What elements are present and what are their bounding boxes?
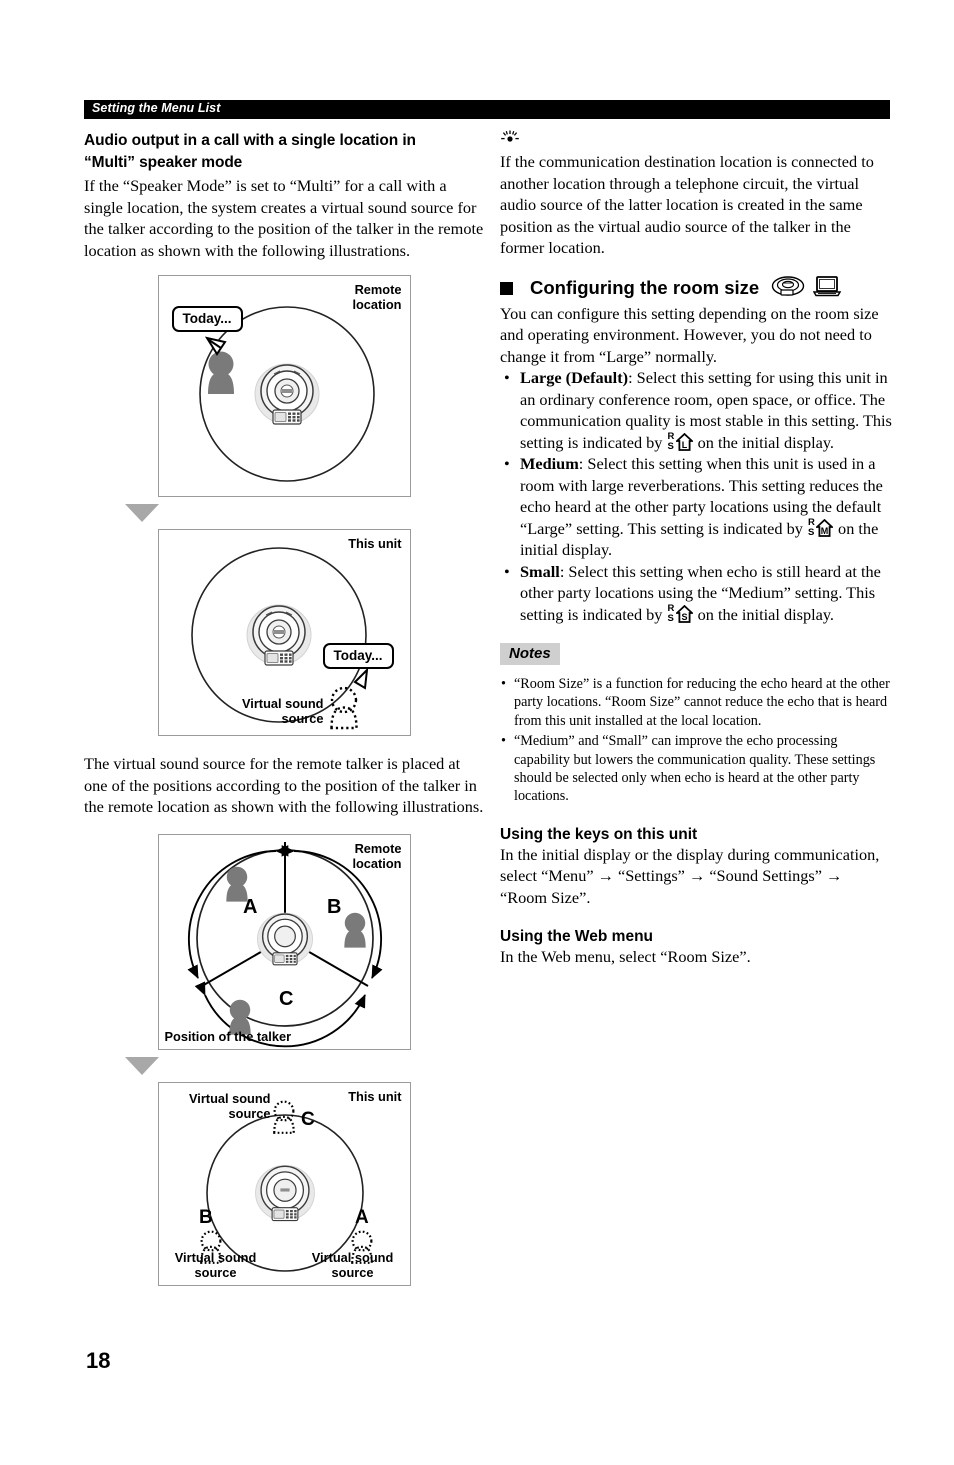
running-header-title: Setting the Menu List — [92, 101, 221, 115]
source-letter-b: B — [199, 1207, 213, 1228]
room-size-small-icon: RSS — [668, 603, 693, 625]
room-size-intro: You can configure this setting depending… — [500, 303, 879, 366]
page-title-line2: “Multi” speaker mode — [84, 154, 243, 171]
conference-unit-icon — [246, 604, 311, 666]
figure2-speech-balloon: Today... — [322, 643, 394, 669]
room-size-heading: Configuring the room size — [530, 277, 760, 298]
intro-paragraph: If the “Speaker Mode” is set to “Multi” … — [84, 176, 484, 260]
figure-1-wrapper: Remote location Today... — [84, 275, 484, 497]
sector-label-c: C — [279, 988, 293, 1010]
figure4-label-a: Virtual sound source — [311, 1249, 394, 1280]
tip-sun-icon — [500, 130, 892, 149]
virtual-sound-source-figure-c — [272, 1100, 295, 1134]
left-column: Audio output in a call with a single loc… — [84, 130, 484, 1286]
using-keys-heading: Using the keys on this unit — [500, 825, 698, 843]
sector-label-b: B — [327, 896, 341, 918]
rs-house-letter: M — [821, 526, 829, 536]
figure4-label-b: Virtual sound source — [174, 1249, 257, 1280]
setting-item-large: Large (Default): Select this setting for… — [500, 367, 892, 453]
flow-arrow-1 — [125, 504, 159, 522]
notes-list: “Room Size” is a function for reducing t… — [500, 675, 892, 806]
talker-figure — [207, 351, 234, 394]
page-title-line1: Audio output in a call with a single loc… — [84, 132, 416, 149]
note-item: “Room Size” is a function for reducing t… — [500, 675, 892, 730]
conference-unit-icon — [256, 912, 313, 965]
sector-label-a: A — [243, 896, 257, 918]
figure-3-wrapper: Remote location A B C Position of the ta… — [84, 833, 484, 1050]
setting-name-large: Large (Default) — [520, 368, 629, 387]
figure4-label-c: Virtual sound source — [188, 1090, 271, 1121]
conference-unit-top-icon — [771, 275, 805, 302]
figure-remote-location-single: Remote location Today... — [157, 275, 411, 497]
figure-4-wrapper: This unit C B A Virtual sound source Vir… — [84, 1081, 484, 1286]
figure2-virtual-source-label: Virtual sound source — [241, 696, 324, 726]
tip-paragraph: If the communication destination locatio… — [500, 152, 874, 257]
notes-badge: Notes — [500, 643, 560, 665]
setting-name-small: Small — [520, 561, 560, 581]
right-column: If the communication destination locatio… — [500, 130, 892, 968]
figure-this-unit-virtual-sources: This unit C B A Virtual sound source Vir… — [157, 1081, 411, 1286]
setting-item-small: Small: Select this setting when echo is … — [500, 561, 892, 626]
room-size-heading-row: Configuring the room size — [500, 275, 892, 302]
figure-2-wrapper: This unit Today... Virtual sound source — [84, 529, 484, 736]
setting-name-medium: Medium — [520, 454, 579, 473]
room-size-settings-list: Large (Default): Select this setting for… — [500, 367, 892, 625]
note-item: “Medium” and “Small” can improve the ech… — [500, 732, 892, 806]
room-size-medium-icon: RSM — [808, 517, 833, 539]
figure3-bottom-label: Position of the talker — [164, 1028, 292, 1044]
square-bullet-icon — [500, 281, 513, 295]
using-keys-text: In the initial display or the display du… — [500, 844, 880, 907]
source-letter-a: A — [355, 1207, 369, 1228]
running-header-bar: Setting the Menu List — [84, 100, 890, 119]
figure1-speech-balloon: Today... — [171, 306, 243, 332]
rs-house-letter: L — [681, 440, 687, 450]
figure3-canvas: A B C — [186, 841, 383, 1047]
laptop-icon — [812, 275, 842, 302]
page-number: 18 — [86, 1348, 111, 1373]
using-web-menu-text: In the Web menu, select “Room Size”. — [500, 947, 751, 967]
flow-arrow-2 — [125, 1056, 159, 1075]
setting-text-small-after: on the initial display. — [693, 604, 834, 624]
talker-figure-b — [343, 912, 366, 948]
middle-paragraph: The virtual sound source for the remote … — [84, 754, 484, 816]
using-web-menu-heading: Using the Web menu — [500, 928, 654, 946]
figure-this-unit-single: This unit Today... Virtual sound source — [157, 529, 411, 736]
figure-talker-positions: Remote location A B C Position of the ta… — [157, 833, 411, 1050]
setting-text-large-after: on the initial display. — [693, 432, 834, 452]
document-page: Setting the Menu List Audio output in a … — [0, 0, 954, 1465]
page-title: Audio output in a call with a single loc… — [84, 130, 484, 174]
conference-unit-icon — [254, 1164, 315, 1221]
conference-unit-icon — [254, 363, 319, 425]
room-size-large-icon: RSL — [668, 431, 693, 453]
rs-house-letter: S — [681, 612, 687, 622]
source-letter-c: C — [301, 1109, 315, 1130]
setting-item-medium: Medium: Select this setting when this un… — [500, 453, 892, 561]
